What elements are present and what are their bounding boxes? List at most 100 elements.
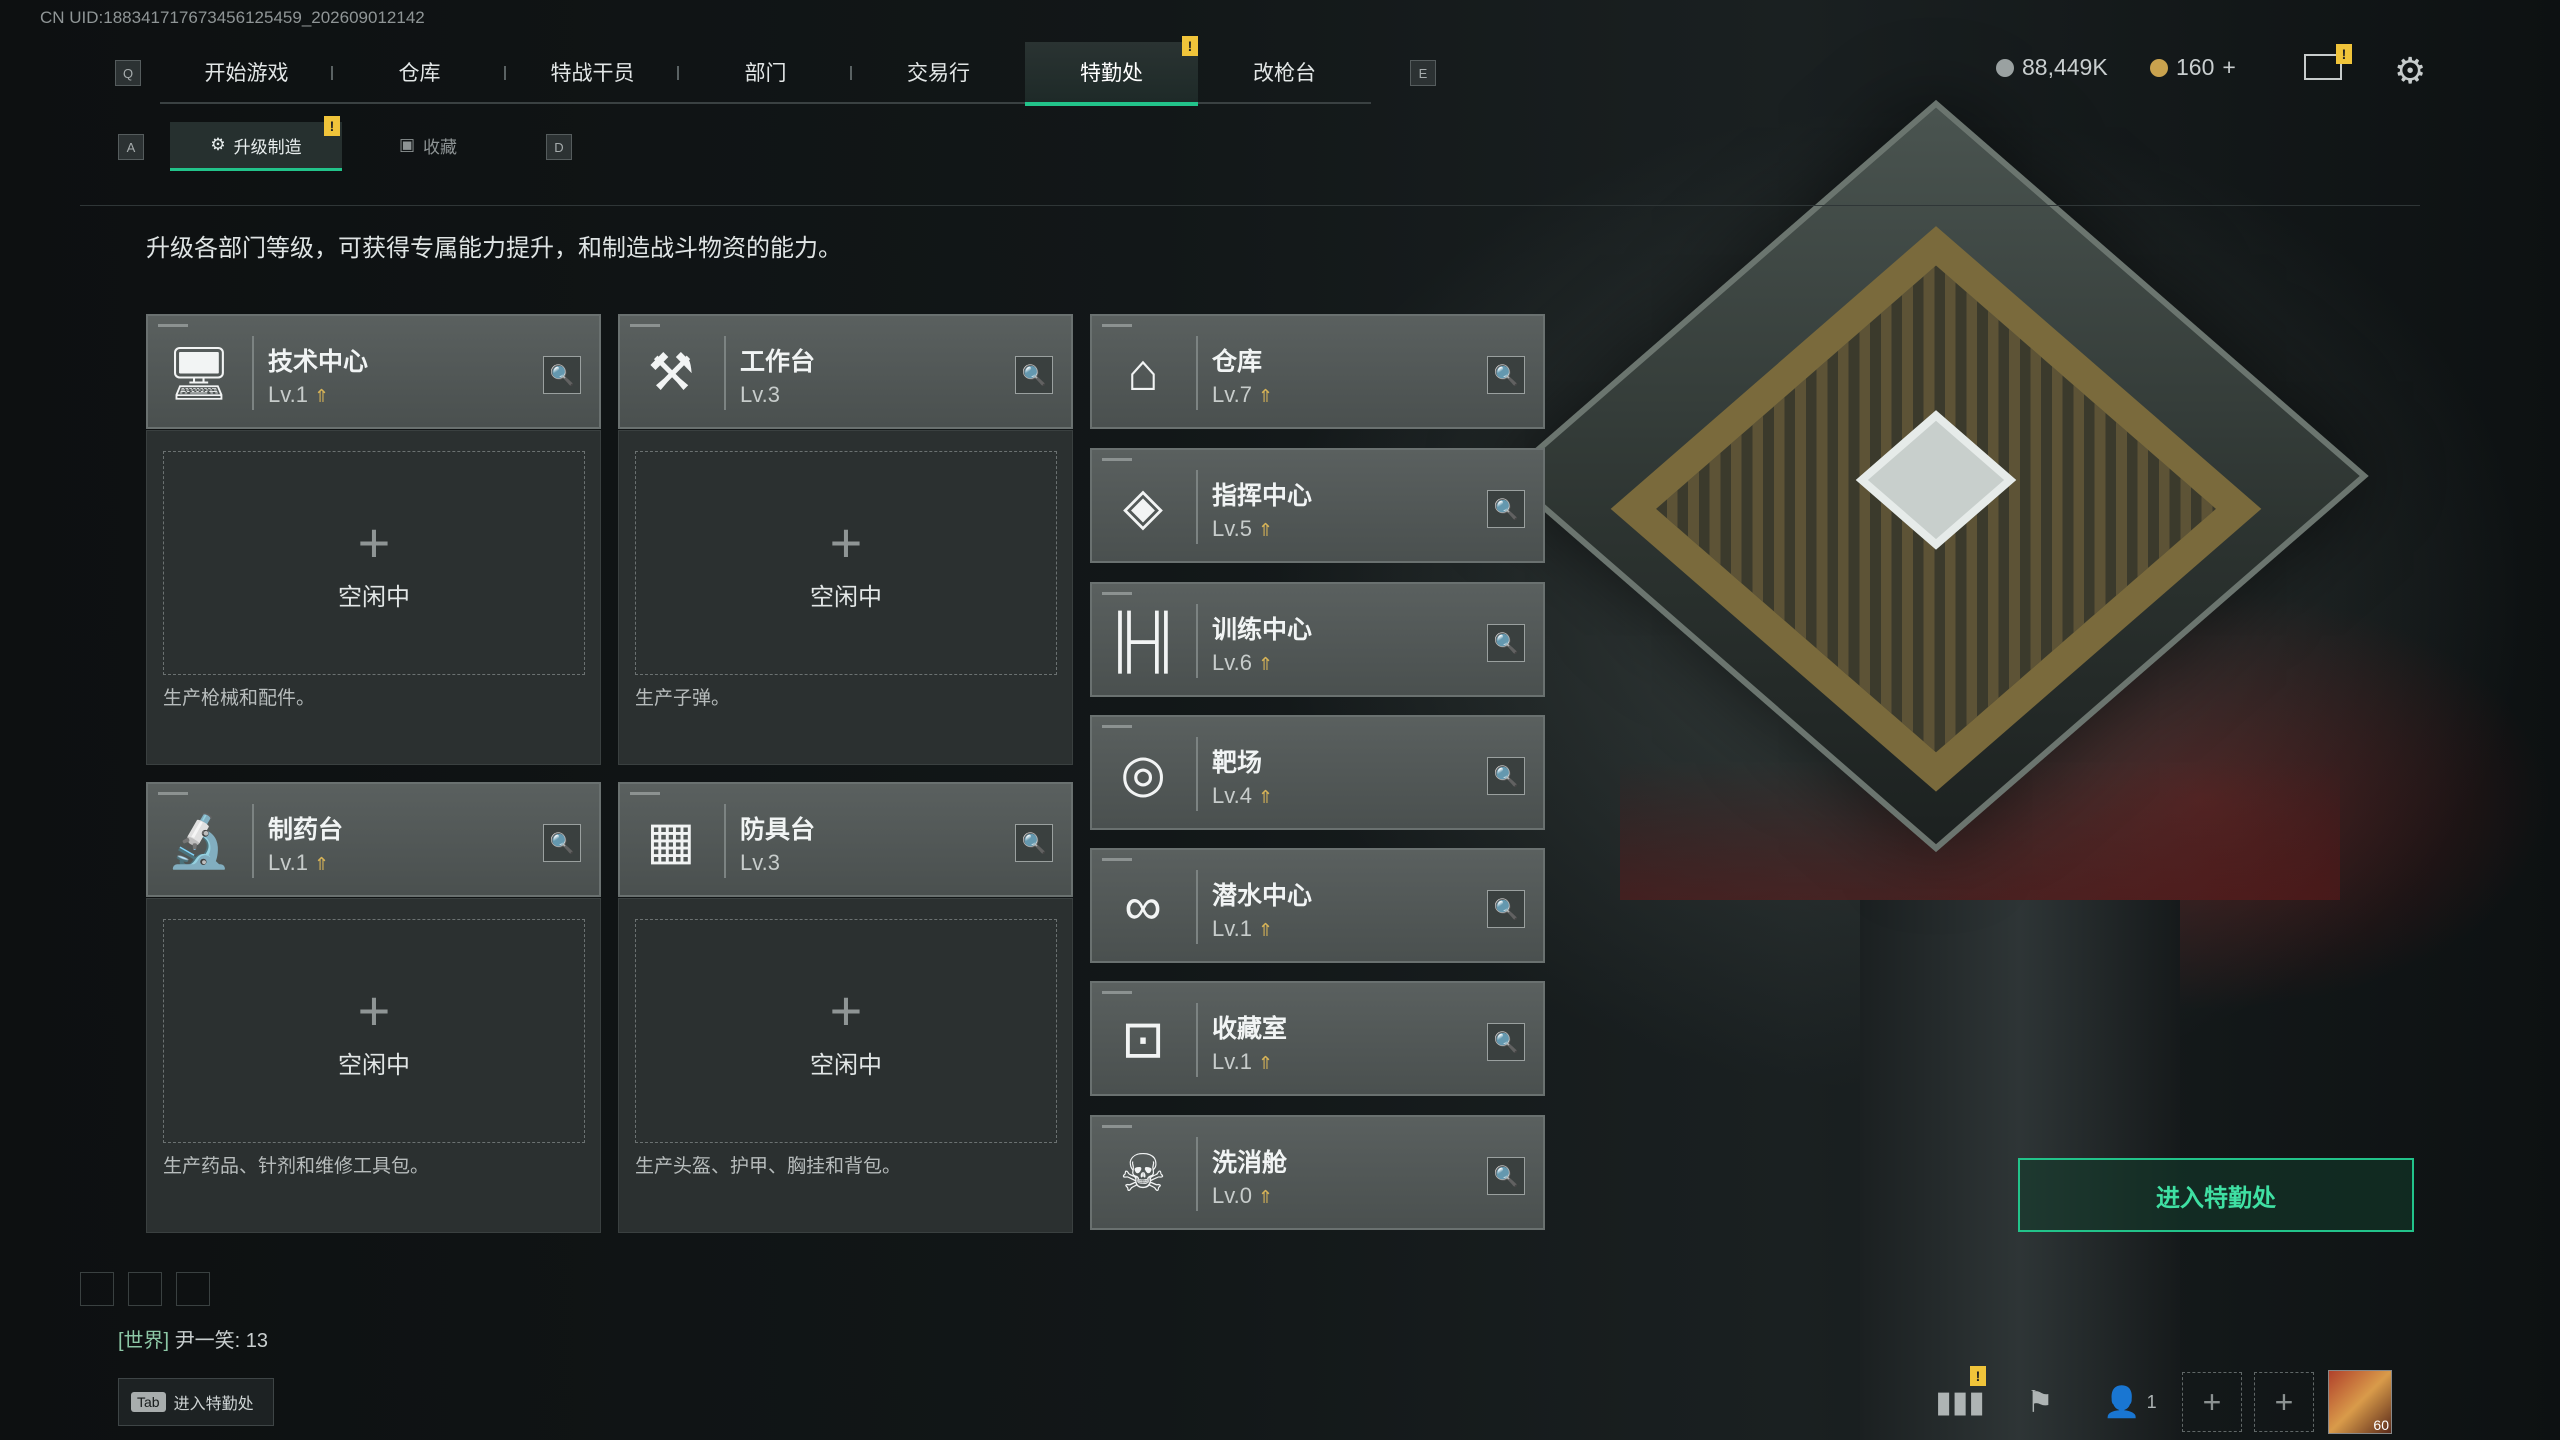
department-name: 收藏室 — [1212, 1015, 1288, 1043]
search-icon[interactable]: 🔍 — [1487, 890, 1525, 928]
level-up-arrow-icon: ⇑ — [1257, 1053, 1274, 1073]
production-panel-pharmacy: + 空闲中 生产药品、针剂和维修工具包。 — [146, 898, 601, 1233]
tab-departments[interactable]: 部门 — [679, 42, 852, 102]
add-premium-button[interactable]: + — [2222, 54, 2235, 81]
department-level: Lv.3 — [740, 850, 780, 876]
quick-slot[interactable] — [80, 1272, 114, 1306]
card-divider — [724, 804, 726, 878]
tab-label: 特战干员 — [550, 62, 635, 85]
avatar[interactable]: 60 — [2328, 1370, 2392, 1434]
search-icon[interactable]: 🔍 — [1015, 824, 1053, 862]
subtab-collection[interactable]: ▣ 收藏 — [342, 122, 514, 168]
production-slot[interactable]: + 空闲中 — [635, 451, 1057, 675]
card-divider — [252, 804, 254, 878]
card-divider — [1196, 1003, 1198, 1077]
department-name: 技术中心 — [268, 348, 369, 376]
target-icon: ◎ — [1120, 745, 1166, 803]
department-level: Lv.1 ⇑ — [1212, 1049, 1273, 1075]
department-card-diving-center[interactable]: ∞ 潜水中心 Lv.1 ⇑ 🔍 — [1090, 848, 1545, 963]
card-marker — [1102, 858, 1132, 861]
search-icon[interactable]: 🔍 — [1487, 624, 1525, 662]
department-name: 潜水中心 — [1212, 882, 1313, 910]
card-divider — [724, 336, 726, 410]
card-divider — [1196, 470, 1198, 544]
search-icon[interactable]: 🔍 — [1015, 356, 1053, 394]
armor-blocks-icon: ▦ — [646, 812, 696, 870]
dumbbell-icon: ╟╢ — [1106, 612, 1180, 670]
card-divider — [1196, 737, 1198, 811]
search-icon[interactable]: 🔍 — [1487, 1023, 1525, 1061]
subnav-next-key[interactable]: D — [546, 134, 572, 160]
search-icon[interactable]: 🔍 — [543, 356, 581, 394]
subtab-label: 收藏 — [423, 137, 458, 157]
top-nav: 开始游戏 仓库 特战干员 部门 交易行 特勤处 ! 改枪台 — [160, 36, 1371, 106]
level-text: Lv.1 — [1212, 916, 1252, 941]
tab-hint-label: 进入特勤处 — [173, 1396, 254, 1413]
coin-balance: 88,449K — [1996, 54, 2108, 81]
tab-trading[interactable]: 交易行 — [852, 42, 1025, 102]
search-icon[interactable]: 🔍 — [1487, 1157, 1525, 1195]
level-up-arrow-icon: ⇑ — [1257, 920, 1274, 940]
alert-badge: ! — [324, 116, 340, 136]
production-slot[interactable]: + 空闲中 — [163, 451, 585, 675]
level-up-arrow-icon: ⇑ — [1257, 787, 1274, 807]
search-icon[interactable]: 🔍 — [1487, 757, 1525, 795]
department-card-workbench[interactable]: ⚒ 工作台 Lv.3 🔍 — [618, 314, 1073, 429]
department-card-collection-room[interactable]: ⊡ 收藏室 Lv.1 ⇑ 🔍 — [1090, 981, 1545, 1096]
friends-button[interactable]: 👤 1 — [2090, 1372, 2170, 1432]
subtab-label: 升级制造 — [233, 137, 302, 157]
department-card-decontamination[interactable]: ☠ 洗消舱 Lv.0 ⇑ 🔍 — [1090, 1115, 1545, 1230]
production-description: 生产药品、针剂和维修工具包。 — [163, 1156, 430, 1177]
card-marker — [158, 792, 188, 795]
quick-slot[interactable] — [128, 1272, 162, 1306]
level-text: Lv.6 — [1212, 650, 1252, 675]
level-text: Lv.3 — [740, 382, 780, 407]
department-card-warehouse[interactable]: ⌂ 仓库 Lv.7 ⇑ 🔍 — [1090, 314, 1545, 429]
department-card-armor-bench[interactable]: ▦ 防具台 Lv.3 🔍 — [618, 782, 1073, 897]
add-teammate-slot[interactable]: + — [2182, 1372, 2242, 1432]
tab-gunsmith[interactable]: 改枪台 — [1198, 42, 1371, 102]
level-text: Lv.4 — [1212, 783, 1252, 808]
quick-slot[interactable] — [176, 1272, 210, 1306]
friends-count: 1 — [2146, 1391, 2157, 1412]
subnav-prev-key[interactable]: A — [118, 134, 144, 160]
department-card-pharmacy[interactable]: 🔬 制药台 Lv.1 ⇑ 🔍 — [146, 782, 601, 897]
tab-warehouse[interactable]: 仓库 — [333, 42, 506, 102]
card-divider — [1196, 1137, 1198, 1211]
search-icon[interactable]: 🔍 — [1487, 490, 1525, 528]
tab-label: 仓库 — [398, 62, 441, 85]
production-slot[interactable]: + 空闲中 — [163, 919, 585, 1143]
divider — [80, 205, 2420, 206]
search-icon[interactable]: 🔍 — [1487, 356, 1525, 394]
department-card-shooting-range[interactable]: ◎ 靶场 Lv.4 ⇑ 🔍 — [1090, 715, 1545, 830]
department-card-training-center[interactable]: ╟╢ 训练中心 Lv.6 ⇑ 🔍 — [1090, 582, 1545, 697]
mail-icon[interactable]: ! — [2304, 44, 2352, 80]
tab-special-ops[interactable]: 特勤处 ! — [1025, 36, 1198, 106]
department-card-command-center[interactable]: ◈ 指挥中心 Lv.5 ⇑ 🔍 — [1090, 448, 1545, 563]
stats-chart-icon[interactable]: ▮▮▮ ! — [1930, 1366, 1990, 1432]
search-icon[interactable]: 🔍 — [543, 824, 581, 862]
department-level: Lv.5 ⇑ — [1212, 516, 1273, 542]
production-slot[interactable]: + 空闲中 — [635, 919, 1057, 1143]
card-marker — [1102, 592, 1132, 595]
gear-icon[interactable]: ⚙ — [2394, 50, 2426, 92]
department-name: 靶场 — [1212, 749, 1263, 777]
chat-message[interactable]: [世界] 尹一笑: 13 — [118, 1324, 268, 1353]
nav-next-key[interactable]: E — [1410, 60, 1436, 86]
card-marker — [1102, 458, 1132, 461]
computer-icon: 🖥 — [165, 344, 232, 403]
subtab-upgrade-craft[interactable]: ⚙ 升级制造 ! — [170, 116, 342, 171]
tab-operators[interactable]: 特战干员 — [506, 42, 679, 102]
department-name: 防具台 — [740, 816, 816, 844]
production-description: 生产枪械和配件。 — [163, 688, 316, 709]
tab-start-game[interactable]: 开始游戏 — [160, 42, 333, 102]
tab-hint[interactable]: Tab 进入特勤处 — [118, 1378, 274, 1426]
nav-prev-key[interactable]: Q — [115, 60, 141, 86]
add-teammate-slot[interactable]: + — [2254, 1372, 2314, 1432]
flag-icon[interactable]: ⚑ — [2010, 1372, 2070, 1432]
tab-label: 改枪台 — [1253, 62, 1316, 85]
bottom-toolbar: ▮▮▮ ! ⚑ 👤 1 + + 60 — [1930, 1366, 2392, 1434]
warehouse-icon: ⌂ — [1127, 344, 1159, 402]
enter-special-ops-button[interactable]: 进入特勤处 — [2018, 1158, 2414, 1232]
department-card-tech-center[interactable]: 🖥 技术中心 Lv.1 ⇑ 🔍 — [146, 314, 601, 429]
